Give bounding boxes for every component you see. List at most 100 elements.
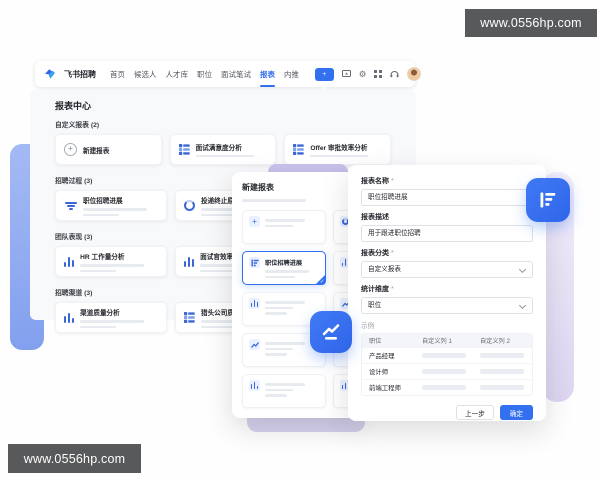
placeholder-lines: [83, 205, 147, 216]
placeholder-lines: [480, 353, 532, 358]
plus-icon: +: [249, 216, 260, 227]
table-header-custom-1: 自定义列 1: [422, 338, 452, 345]
feishu-logo-icon: [44, 68, 56, 80]
placeholder-lines: [80, 317, 145, 328]
placeholder-lines: [195, 152, 254, 158]
placeholder-lines: [422, 353, 480, 358]
nav-item-candidates[interactable]: 候选人: [134, 69, 157, 80]
required-mark: *: [391, 286, 394, 293]
chevron-down-icon: [518, 265, 527, 274]
report-name-input[interactable]: 职位招聘进展: [361, 189, 533, 206]
card-title: 职位招聘进展: [83, 198, 123, 205]
table-chart-icon: [178, 144, 190, 155]
select-value: 自定义报表: [368, 266, 401, 273]
placeholder-lines: [422, 369, 480, 374]
placeholder-lines: [265, 216, 305, 238]
label-text: 报表描述: [361, 214, 389, 221]
row-label: 产品经理: [369, 353, 395, 360]
watermark-text: www.0556hp.com: [23, 451, 126, 466]
table-chart-icon: [293, 144, 305, 155]
avatar[interactable]: [407, 67, 422, 81]
nav-menu: 首页 候选人 人才库 职位 面试笔试 报表 内推: [110, 69, 299, 87]
nav-item-talent-pool[interactable]: 人才库: [166, 69, 189, 80]
placeholder-lines: [480, 385, 532, 390]
report-card-offer-approval[interactable]: Offer 审批效率分析: [284, 134, 392, 165]
cards-row-custom: + 新建报表 面试满意度分析 Offer 审批效率分析: [55, 134, 392, 165]
report-category-select[interactable]: 自定义报表: [361, 261, 533, 278]
report-card-channel-quality[interactable]: 渠道质量分析: [55, 302, 167, 333]
placeholder-lines: [265, 339, 305, 361]
new-button[interactable]: + 新建: [315, 67, 334, 104]
row-label: 设计师: [369, 369, 389, 376]
brand-name: 飞书招聘: [64, 69, 96, 79]
funnel-icon: [64, 201, 77, 211]
new-report-card[interactable]: + 新建报表: [55, 134, 162, 165]
section-label-custom-reports: 自定义报表 (2): [55, 122, 100, 129]
label-text: 报表分类: [361, 250, 389, 257]
watermark-top: www.0556hp.com: [465, 9, 597, 37]
watermark-text: www.0556hp.com: [480, 16, 582, 30]
dialog-title: 新建报表: [242, 183, 274, 192]
selected-template-title: 职位招聘进展: [265, 260, 303, 267]
nav-item-referrals[interactable]: 内推: [284, 69, 299, 80]
card-title: 渠道质量分析: [80, 310, 120, 317]
placeholder-lines: [80, 261, 145, 272]
table-row: 前端工程师: [362, 379, 532, 395]
dialog-card-blank[interactable]: +: [242, 210, 326, 244]
example-table: 职位 自定义列 1 自定义列 2 产品经理 设计师 前端工程师: [361, 333, 533, 396]
table-chart-icon: [184, 312, 195, 323]
bar-chart-icon: [249, 380, 260, 391]
settings-gear-icon[interactable]: ⚙: [359, 69, 367, 79]
example-label: 示例: [361, 323, 375, 330]
field-label-dimension: 统计维度 *: [361, 284, 533, 294]
confirm-button[interactable]: 确定: [499, 405, 533, 420]
plus-icon: +: [64, 143, 77, 156]
report-doc-badge-icon: [526, 178, 570, 222]
new-report-dialog: 新建报表 + 职位招聘进展 ✓: [232, 172, 358, 418]
card-title: 面试满意度分析: [195, 144, 242, 152]
required-mark: *: [391, 250, 394, 257]
placeholder-lines: [422, 385, 480, 390]
page-title: 报表中心: [55, 101, 92, 111]
table-header-job: 职位: [369, 338, 382, 345]
screenshot-canvas: 飞书招聘 首页 候选人 人才库 职位 面试笔试 报表 内推 + 新建 ⚙ 报表中…: [0, 0, 600, 480]
placeholder-lines: [265, 267, 309, 278]
dimension-select[interactable]: 职位: [361, 297, 533, 314]
watermark-bottom: www.0556hp.com: [8, 444, 141, 473]
table-row: 产品经理: [362, 347, 532, 363]
label-text: 报表名称: [361, 178, 389, 185]
bar-chart-icon: [249, 298, 260, 309]
nav-item-reports[interactable]: 报表: [260, 69, 275, 87]
dialog-template-grid: + 职位招聘进展 ✓: [242, 210, 358, 408]
table-header-row: 职位 自定义列 1 自定义列 2: [362, 334, 532, 347]
nav-item-interview-tests[interactable]: 面试笔试: [221, 69, 251, 80]
help-headset-icon[interactable]: [390, 69, 399, 79]
apps-grid-icon[interactable]: [374, 69, 383, 79]
screen-share-icon[interactable]: [341, 69, 351, 79]
nav-item-home[interactable]: 首页: [110, 69, 125, 80]
top-navbar: 飞书招聘 首页 候选人 人才库 职位 面试笔试 报表 内推 + 新建 ⚙: [35, 61, 422, 104]
check-icon: ✓: [319, 279, 325, 285]
line-chart-icon: [249, 339, 260, 350]
report-description-input[interactable]: 用于跟进职位招聘: [361, 225, 533, 242]
report-config-form: 报表名称 * 职位招聘进展 报表描述 用于跟进职位招聘 报表分类 * 自定义报表 统…: [348, 165, 546, 421]
label-text: 统计维度: [361, 286, 389, 293]
field-label-report-description: 报表描述: [361, 212, 533, 222]
previous-step-button[interactable]: 上一步: [456, 405, 494, 420]
donut-chart-icon: [184, 200, 195, 211]
placeholder-lines: [310, 152, 369, 158]
card-title: Offer 审批效率分析: [310, 144, 368, 152]
report-card-interview-satisfaction[interactable]: 面试满意度分析: [169, 134, 277, 165]
dialog-card-bars-3[interactable]: [242, 374, 326, 408]
input-value: 用于跟进职位招聘: [368, 230, 421, 237]
dialog-card-selected-job-progress[interactable]: 职位招聘进展 ✓: [242, 251, 326, 285]
placeholder-lines: [480, 369, 532, 374]
report-card-hr-workload[interactable]: HR 工作量分析: [55, 246, 167, 277]
bar-chart-icon: [64, 256, 75, 267]
required-mark: *: [391, 178, 394, 185]
report-card-job-progress[interactable]: 职位招聘进展: [55, 190, 167, 221]
trend-badge-icon: [310, 311, 352, 353]
row-label: 前端工程师: [369, 385, 401, 392]
nav-item-jobs[interactable]: 职位: [197, 69, 212, 80]
table-row: 设计师: [362, 363, 532, 379]
